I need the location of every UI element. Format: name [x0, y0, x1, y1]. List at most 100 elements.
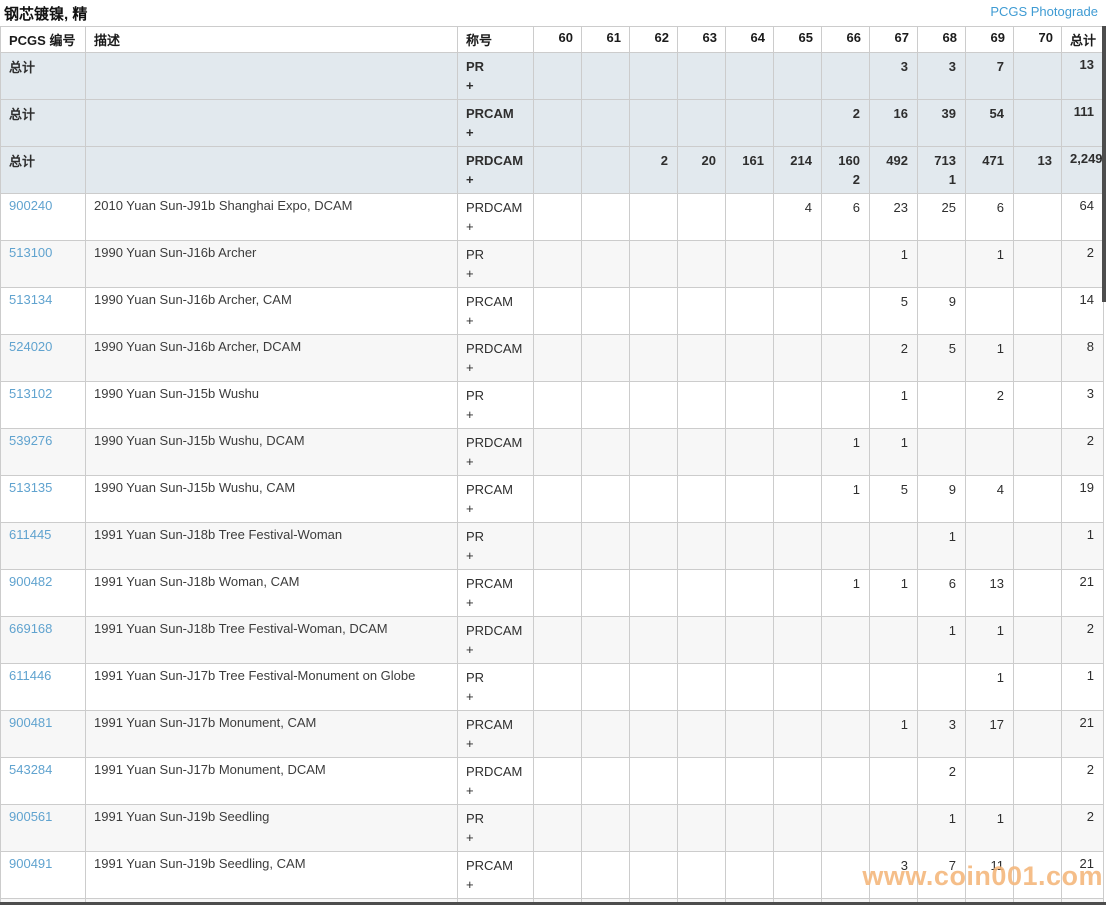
top-bar: 钢芯镀镍, 精 PCGS Photograde	[0, 0, 1106, 26]
table-row: 611445 1991 Yuan Sun-J18b Tree Festival-W…	[0, 522, 1104, 570]
grade-count-cell	[629, 52, 678, 100]
grade-count-cell	[581, 381, 630, 429]
grade-count-cell	[677, 804, 726, 852]
grade-count-cell	[581, 710, 630, 758]
grade-count-cell: 471	[965, 146, 1014, 194]
designation-cell: PRDCAM+	[457, 428, 534, 476]
grade-count-cell	[869, 804, 918, 852]
grade-count-cell	[773, 52, 822, 100]
grade-count-cell	[581, 663, 630, 711]
data-section: 900240 2010 Yuan Sun-J91b Shanghai Expo, …	[0, 193, 1104, 905]
grade-count-cell	[773, 522, 822, 570]
grade-count-cell: 13	[1013, 146, 1062, 194]
grade-count-cell: 16	[869, 99, 918, 147]
scrollbar-thumb[interactable]	[1102, 26, 1106, 302]
description-cell: 1991 Yuan Sun-J18b Tree Festival-Woman, …	[85, 616, 458, 664]
pcgs-number-link[interactable]: 900482	[9, 574, 52, 589]
description-cell: 1990 Yuan Sun-J16b Archer	[85, 240, 458, 288]
totals-row: 总计 PR + 3 3 7 13	[0, 52, 1104, 100]
pcgs-number-link[interactable]: 513134	[9, 292, 52, 307]
pcgs-number-cell: 900481	[0, 710, 86, 758]
grade-count-cell	[773, 757, 822, 805]
grade-count-cell	[581, 851, 630, 899]
description-cell	[85, 146, 458, 194]
col-header-total: 总计	[1061, 26, 1104, 53]
grade-count-cell	[581, 428, 630, 476]
grade-count-cell: 54	[965, 99, 1014, 147]
pcgs-number-cell: 524020	[0, 334, 86, 382]
grade-count-cell	[1013, 428, 1062, 476]
grade-count-cell	[677, 522, 726, 570]
grade-count-cell	[821, 52, 870, 100]
description-cell: 1990 Yuan Sun-J15b Wushu, DCAM	[85, 428, 458, 476]
totals-label-cell: 总计	[0, 52, 86, 100]
grade-count-cell: 1	[821, 428, 870, 476]
description-cell: 1991 Yuan Sun-J19b Seedling	[85, 804, 458, 852]
pcgs-number-link[interactable]: 900240	[9, 198, 52, 213]
pcgs-number-link[interactable]: 539276	[9, 433, 52, 448]
grade-count-cell	[773, 381, 822, 429]
grade-count-cell: 160 2	[821, 146, 870, 194]
grade-count-cell	[533, 757, 582, 805]
grade-count-cell	[629, 616, 678, 664]
total-count-cell: 19	[1061, 475, 1104, 523]
grade-count-cell: 713 1	[917, 146, 966, 194]
pcgs-number-link[interactable]: 513100	[9, 245, 52, 260]
description-cell: 1991 Yuan Sun-J19b Seedling, CAM	[85, 851, 458, 899]
grade-count-cell: 1	[965, 334, 1014, 382]
grade-count-cell	[725, 663, 774, 711]
grade-count-cell	[1013, 616, 1062, 664]
description-cell: 1991 Yuan Sun-J18b Tree Festival-Woman	[85, 522, 458, 570]
table-row: 900482 1991 Yuan Sun-J18b Woman, CAM PRCAM…	[0, 569, 1104, 617]
table-row: 900240 2010 Yuan Sun-J91b Shanghai Expo, …	[0, 193, 1104, 241]
total-count-cell: 2,249	[1061, 146, 1104, 194]
pcgs-number-link[interactable]: 611446	[9, 668, 51, 683]
total-count-cell: 2	[1061, 804, 1104, 852]
col-header-designation: 称号	[457, 26, 534, 53]
pcgs-number-link[interactable]: 543284	[9, 762, 52, 777]
grade-count-cell	[1013, 334, 1062, 382]
grade-count-cell: 3	[917, 710, 966, 758]
grade-count-cell	[1013, 52, 1062, 100]
grade-count-cell: 6	[821, 193, 870, 241]
pcgs-number-link[interactable]: 524020	[9, 339, 52, 354]
grade-count-cell	[725, 193, 774, 241]
pcgs-number-cell: 900482	[0, 569, 86, 617]
totals-row: 总计 PRDCAM + 2 20 161 214 160 2 492 713 1 471 13 2,249	[0, 146, 1104, 194]
pcgs-number-link[interactable]: 513135	[9, 480, 52, 495]
designation-cell: PRCAM +	[457, 475, 534, 523]
grade-count-cell	[725, 616, 774, 664]
description-cell: 1990 Yuan Sun-J16b Archer, DCAM	[85, 334, 458, 382]
pcgs-number-link[interactable]: 900491	[9, 856, 52, 871]
grade-count-cell	[629, 193, 678, 241]
table-row: 513100 1990 Yuan Sun-J16b Archer PR +1 1 2	[0, 240, 1104, 288]
grade-count-cell: 6	[965, 193, 1014, 241]
grade-count-cell	[869, 757, 918, 805]
grade-count-cell: 1	[965, 663, 1014, 711]
grade-count-cell	[1013, 287, 1062, 335]
grade-count-cell	[629, 663, 678, 711]
pcgs-number-link[interactable]: 513102	[9, 386, 52, 401]
designation-cell: PRDCAM+	[457, 616, 534, 664]
grade-count-cell	[1013, 710, 1062, 758]
photograde-link[interactable]: PCGS Photograde	[990, 4, 1098, 19]
pcgs-number-link[interactable]: 900561	[9, 809, 52, 824]
grade-count-cell	[677, 569, 726, 617]
grade-count-cell: 4	[965, 475, 1014, 523]
total-count-cell: 2	[1061, 428, 1104, 476]
pcgs-number-link[interactable]: 611445	[9, 527, 51, 542]
grade-count-cell	[725, 381, 774, 429]
designation-cell: PRCAM +	[457, 710, 534, 758]
pcgs-number-link[interactable]: 669168	[9, 621, 52, 636]
pcgs-number-cell: 900561	[0, 804, 86, 852]
totals-label-cell: 总计	[0, 146, 86, 194]
total-count-cell: 21	[1061, 569, 1104, 617]
grade-count-cell: 161	[725, 146, 774, 194]
table-row: 900561 1991 Yuan Sun-J19b Seedling PR +1 1 2	[0, 804, 1104, 852]
pcgs-number-link[interactable]: 900481	[9, 715, 52, 730]
grade-count-cell: 2	[821, 99, 870, 147]
grade-count-cell	[533, 52, 582, 100]
grade-count-cell	[677, 193, 726, 241]
grade-count-cell	[629, 99, 678, 147]
total-count-cell: 1	[1061, 522, 1104, 570]
